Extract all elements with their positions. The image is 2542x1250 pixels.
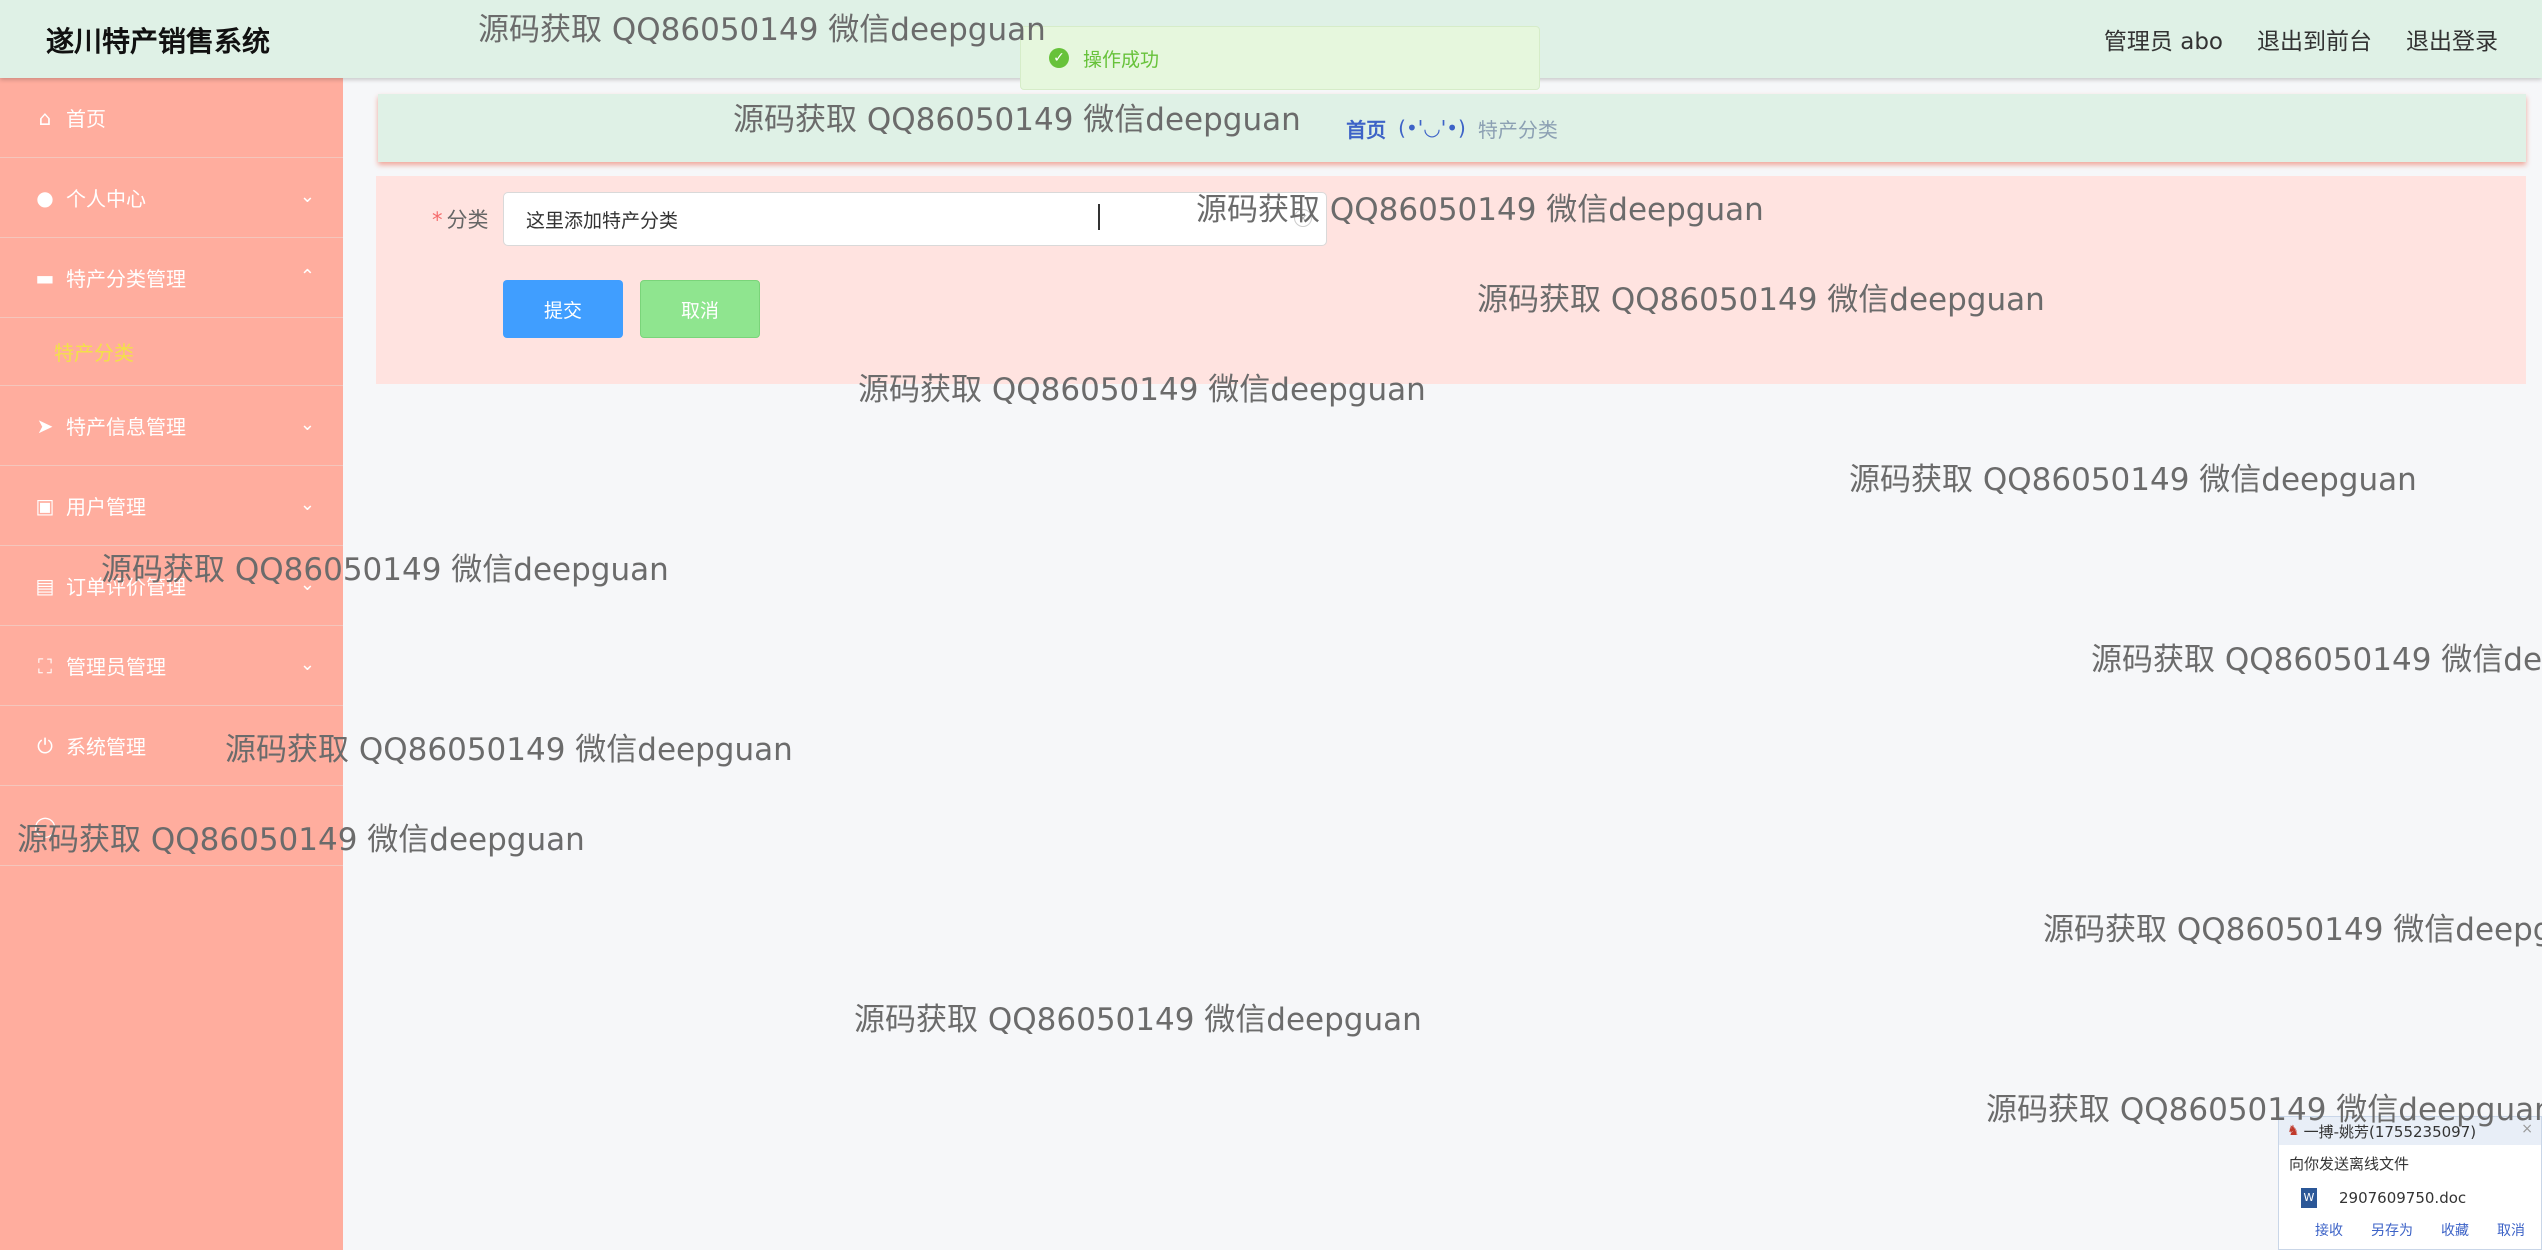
qq-collect-link[interactable]: 收藏 (2441, 1220, 2469, 1240)
sidebar-item-label: 个人中心 (66, 187, 146, 211)
text-cursor (1098, 204, 1100, 230)
admin-user-link[interactable]: 管理员 abo (2104, 22, 2223, 56)
qq-save-as-link[interactable]: 另存为 (2371, 1220, 2413, 1240)
chevron-up-icon: ⌃ (299, 266, 315, 287)
word-doc-icon: W (2301, 1188, 2317, 1208)
briefcase-icon: ▤ (35, 573, 55, 598)
sidebar-subitem-category[interactable]: 特产分类 (0, 318, 343, 386)
category-form: *分类 × 提交 取消 (376, 176, 2526, 384)
sidebar-item-label: 特产信息管理 (66, 415, 186, 439)
qq-popup-message: 向你发送离线文件 (2289, 1155, 2410, 1173)
chevron-down-icon: ⌄ (299, 186, 315, 207)
header-links: 管理员 abo 退出到前台 退出登录 (2104, 22, 2498, 56)
breadcrumb-separator: (•'◡'•) (1398, 116, 1466, 140)
sidebar-item-category-management[interactable]: ▬ 特产分类管理 ⌃ (0, 238, 343, 318)
qq-receive-link[interactable]: 接收 (2315, 1220, 2343, 1240)
breadcrumb-home[interactable]: 首页 (1346, 114, 1386, 143)
chevron-down-icon: ⌄ (299, 414, 315, 435)
qq-popup-file[interactable]: W 2907609750.doc (2289, 1188, 2531, 1208)
app-title: 遂川特产销售系统 (46, 25, 271, 58)
user-icon: ● (36, 185, 54, 210)
home-icon: ⌂ (38, 105, 52, 130)
breadcrumb: 首页 (•'◡'•) 特产分类 (378, 94, 2526, 162)
sidebar-item-personal-center[interactable]: ● 个人中心 ⌄ (0, 158, 343, 238)
folder-icon: ▬ (35, 265, 55, 290)
sidebar-subitem-label: 特产分类 (54, 341, 134, 365)
sidebar-item-system-management[interactable]: ⏻ 系统管理 (0, 706, 343, 786)
watermark: 源码获取 QQ86050149 微信deepguan (1849, 462, 2417, 498)
qq-popup-title: 一搏-姚芳(1755235097) (2303, 1122, 2477, 1141)
qq-popup-body: 向你发送离线文件 W 2907609750.doc 接收 另存为 收藏 取消 (2279, 1145, 2541, 1248)
cancel-button[interactable]: 取消 (640, 280, 760, 338)
toast-message: 操作成功 (1083, 48, 1160, 71)
sidebar-item-label: 系统管理 (66, 735, 146, 759)
category-input[interactable] (503, 192, 1327, 246)
success-toast: ✓ 操作成功 (1020, 26, 1540, 90)
frame-icon: ⛶ (38, 653, 52, 678)
chevron-down-icon: ⌄ (299, 574, 315, 595)
close-icon[interactable]: × (2521, 1121, 2533, 1137)
qq-popup-actions: 接收 另存为 收藏 取消 (2289, 1220, 2531, 1240)
qq-penguin-icon: ♞ (2287, 1123, 2300, 1139)
sidebar-item-extra[interactable]: ◯ (0, 786, 343, 866)
qq-file-name: 2907609750.doc (2339, 1189, 2467, 1207)
watermark: 源码获取 QQ86050149 微信deepguan (854, 1002, 1422, 1038)
sidebar-item-label: 订单评价管理 (66, 575, 186, 599)
category-label: * 分类 (432, 204, 489, 234)
sidebar-item-home[interactable]: ⌂ 首页 (0, 78, 343, 158)
logout-link[interactable]: 退出登录 (2406, 22, 2498, 56)
clear-icon[interactable]: × (1294, 209, 1312, 227)
sidebar-item-label: 特产分类管理 (66, 267, 186, 291)
qq-cancel-link[interactable]: 取消 (2497, 1220, 2525, 1240)
sidebar: ⌂ 首页 ● 个人中心 ⌄ ▬ 特产分类管理 ⌃ 特产分类 ➤ 特产信息管理 ⌄… (0, 78, 343, 1250)
qq-popup-header: ♞ 一搏-姚芳(1755235097) × (2279, 1117, 2541, 1145)
sidebar-item-label: 首页 (66, 107, 106, 131)
power-icon: ⏻ (37, 733, 53, 758)
watermark: 源码获取 QQ86050149 微信deepguan (2091, 642, 2542, 678)
submit-button[interactable]: 提交 (503, 280, 623, 338)
sidebar-item-label: 管理员管理 (66, 655, 166, 679)
required-mark: * (432, 208, 443, 232)
exit-to-frontend-link[interactable]: 退出到前台 (2257, 22, 2372, 56)
sidebar-item-label: 用户管理 (66, 495, 146, 519)
sidebar-item-admin-management[interactable]: ⛶ 管理员管理 ⌄ (0, 626, 343, 706)
wallet-icon: ▣ (35, 493, 55, 518)
breadcrumb-current: 特产分类 (1477, 117, 1558, 142)
settings-icon: ◯ (34, 813, 57, 838)
category-label-text: 分类 (446, 208, 489, 232)
sidebar-item-product-info[interactable]: ➤ 特产信息管理 ⌄ (0, 386, 343, 466)
sidebar-item-user-management[interactable]: ▣ 用户管理 ⌄ (0, 466, 343, 546)
qq-file-notification: ♞ 一搏-姚芳(1755235097) × 向你发送离线文件 W 2907609… (2278, 1116, 2542, 1250)
send-icon: ➤ (36, 413, 54, 438)
check-circle-icon: ✓ (1049, 48, 1069, 68)
sidebar-item-order-review[interactable]: ▤ 订单评价管理 ⌄ (0, 546, 343, 626)
watermark: 源码获取 QQ86050149 微信deepguan (2043, 912, 2542, 948)
chevron-down-icon: ⌄ (299, 494, 315, 515)
chevron-down-icon: ⌄ (299, 654, 315, 675)
